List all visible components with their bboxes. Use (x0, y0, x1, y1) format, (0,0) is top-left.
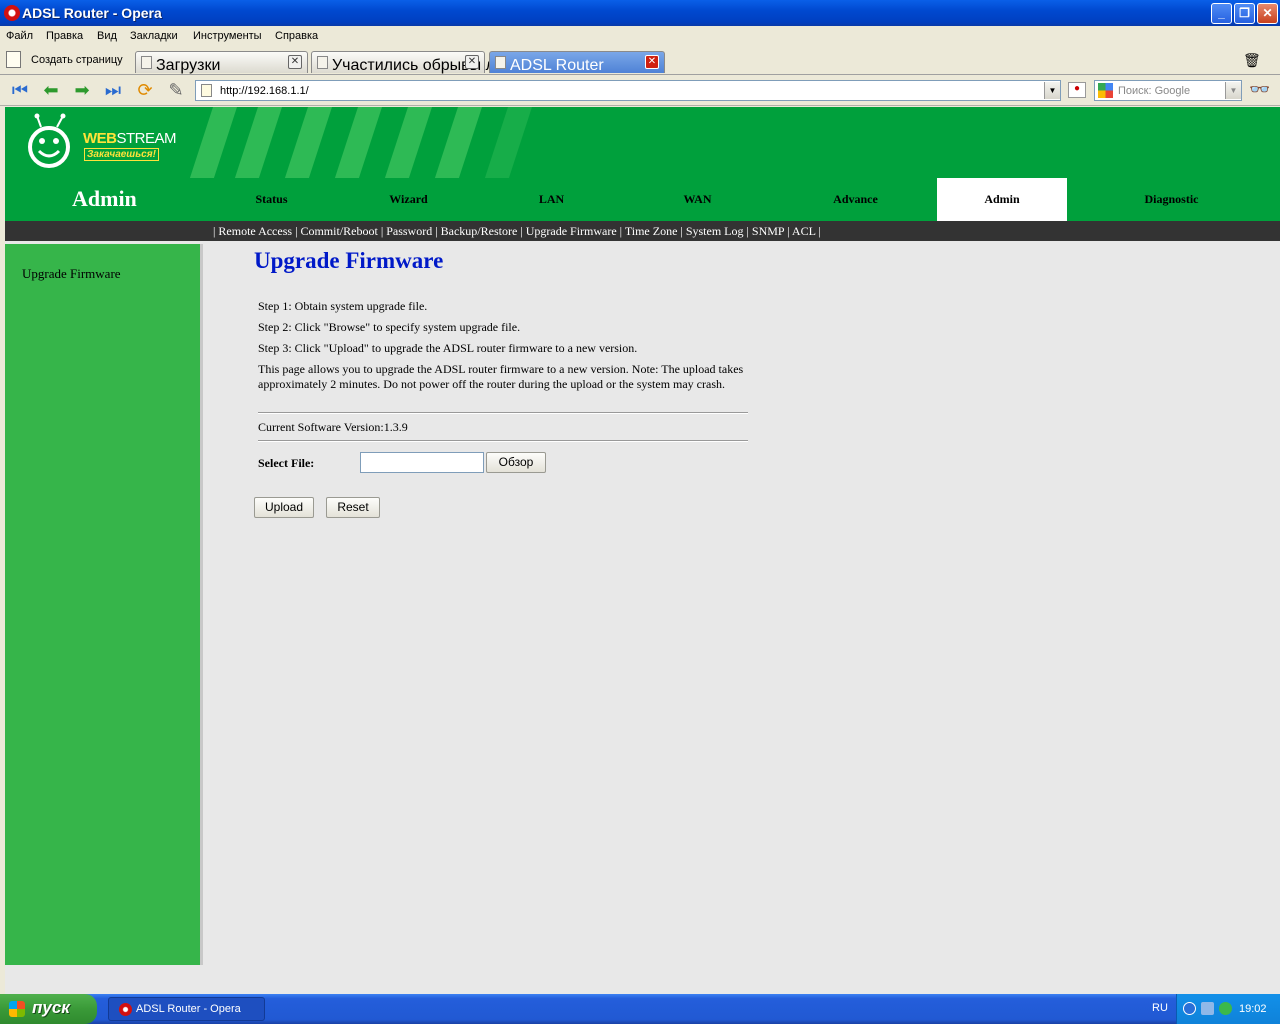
system-tray: 19:02 (1176, 994, 1280, 1024)
close-button[interactable]: ✕ (1257, 3, 1278, 24)
maximize-button[interactable]: ❐ (1234, 3, 1255, 24)
windows-logo-icon (9, 1001, 25, 1017)
nav-wan[interactable]: WAN (631, 178, 764, 221)
opera-icon (4, 5, 20, 21)
subnav-acl[interactable]: ACL (792, 224, 816, 238)
tab-adsl-router[interactable]: ADSL Router ✕ (489, 51, 665, 74)
tab-close-icon[interactable]: ✕ (288, 55, 302, 69)
chevron-down-icon[interactable]: ▼ (1044, 82, 1060, 99)
new-page-icon (6, 51, 21, 68)
section-title: Admin (72, 186, 137, 211)
fast-forward-icon[interactable]: ⏭ (101, 79, 125, 101)
rewind-icon[interactable]: ⏮ (8, 79, 32, 101)
subnav-time-zone[interactable]: Time Zone (625, 224, 678, 238)
top-nav: Admin Status Wizard LAN WAN Advance Admi… (5, 178, 1280, 221)
window-title: ADSL Router - Opera (22, 5, 162, 21)
step-3-text: Step 3: Click "Upload" to upgrade the AD… (258, 341, 638, 355)
reload-icon[interactable]: ⟳ (133, 79, 157, 101)
trash-icon[interactable]: 🗑 (1243, 52, 1261, 69)
subnav-backup-restore[interactable]: Backup/Restore (441, 224, 518, 238)
back-icon[interactable]: ⬅ (39, 79, 63, 101)
address-toolbar: ⏮ ⬅ ➡ ⏭ ⟳ ✎ http://192.168.1.1/ ▼ ● Поис… (0, 75, 1280, 106)
menu-edit[interactable]: Правка (46, 30, 83, 42)
opera-icon (119, 1003, 132, 1016)
tab-forum[interactable]: Участились обрывы ли... ✕ (311, 51, 517, 74)
sidebar: Upgrade Firmware (5, 244, 203, 965)
taskbar-item-opera[interactable]: ADSL Router - Opera (108, 997, 265, 1021)
router-banner: WEBSTREAM Закачаешься! (5, 107, 1280, 178)
brand-slogan: Закачаешься! (84, 148, 159, 161)
menu-help[interactable]: Справка (275, 30, 318, 42)
nav-status[interactable]: Status (205, 178, 338, 221)
upgrade-note: This page allows you to upgrade the ADSL… (258, 362, 744, 391)
language-indicator[interactable]: RU (1152, 1002, 1168, 1014)
tab-downloads[interactable]: Загрузки ✕ (135, 51, 308, 74)
smiley-logo-icon (28, 113, 70, 168)
software-version: Current Software Version:1.3.9 (258, 420, 408, 434)
network-icon[interactable] (1201, 1002, 1214, 1015)
nav-wizard[interactable]: Wizard (342, 178, 475, 221)
tab-close-icon[interactable]: ✕ (645, 55, 659, 69)
taskbar: пуск ADSL Router - Opera RU 19:02 (0, 994, 1280, 1024)
search-input[interactable]: Поиск: Google ▼ (1094, 80, 1242, 101)
chevron-down-icon[interactable]: ▼ (1225, 82, 1241, 99)
upload-button[interactable]: Upload (254, 497, 314, 518)
browse-button[interactable]: Обзор (486, 452, 546, 473)
clock[interactable]: 19:02 (1239, 1003, 1267, 1015)
reset-button[interactable]: Reset (326, 497, 380, 518)
subnav-system-log[interactable]: System Log (686, 224, 744, 238)
nav-admin[interactable]: Admin (937, 178, 1067, 221)
nav-lan[interactable]: LAN (485, 178, 618, 221)
nav-advance[interactable]: Advance (789, 178, 922, 221)
page-icon (201, 84, 212, 97)
page-icon (495, 56, 506, 69)
google-icon (1098, 83, 1113, 98)
tray-status-icon[interactable] (1219, 1002, 1232, 1015)
start-button[interactable]: пуск (0, 994, 97, 1024)
divider (258, 412, 748, 414)
subnav-upgrade-firmware[interactable]: Upgrade Firmware (526, 224, 617, 238)
minimize-button[interactable]: _ (1211, 3, 1232, 24)
step-2-text: Step 2: Click "Browse" to specify system… (258, 320, 521, 334)
menu-view[interactable]: Вид (97, 30, 117, 42)
edit-icon[interactable]: ✎ (164, 79, 188, 101)
file-path-input[interactable] (360, 452, 484, 473)
menu-bar: Файл Правка Вид Закладки Инструменты Спр… (0, 26, 1280, 47)
subnav-remote-access[interactable]: Remote Access (218, 224, 292, 238)
page-title: Upgrade Firmware (254, 248, 444, 273)
subnav-password[interactable]: Password (386, 224, 432, 238)
sidebar-item-upgrade-firmware[interactable]: Upgrade Firmware (22, 266, 121, 282)
menu-tools[interactable]: Инструменты (193, 30, 262, 42)
window-title-bar[interactable]: ADSL Router - Opera _ ❐ ✕ (0, 0, 1280, 26)
page-icon (317, 56, 328, 69)
subnav-commit-reboot[interactable]: Commit/Reboot (300, 224, 377, 238)
menu-bookmarks[interactable]: Закладки (130, 30, 178, 42)
divider (258, 440, 748, 442)
router-page: WEBSTREAM Закачаешься! Admin Status Wiza… (5, 107, 1280, 994)
menu-file[interactable]: Файл (6, 30, 33, 42)
subnav-snmp[interactable]: SNMP (752, 224, 784, 238)
wand-icon[interactable]: ● (1068, 82, 1086, 98)
select-file-label: Select File: (258, 456, 315, 470)
brand-logo: WEBSTREAM (83, 130, 177, 147)
zoom-glasses-icon[interactable]: 👓 (1249, 80, 1270, 100)
sub-nav: | Remote Access | Commit/Reboot | Passwo… (5, 221, 1280, 241)
forward-icon[interactable]: ➡ (70, 79, 94, 101)
tab-close-icon[interactable]: ✕ (465, 55, 479, 69)
step-1-text: Step 1: Obtain system upgrade file. (258, 299, 428, 313)
url-field[interactable]: http://192.168.1.1/ ▼ (195, 80, 1061, 101)
nav-diagnostic[interactable]: Diagnostic (1105, 178, 1238, 221)
download-icon (141, 56, 152, 69)
tray-expand-icon[interactable] (1183, 1002, 1196, 1015)
